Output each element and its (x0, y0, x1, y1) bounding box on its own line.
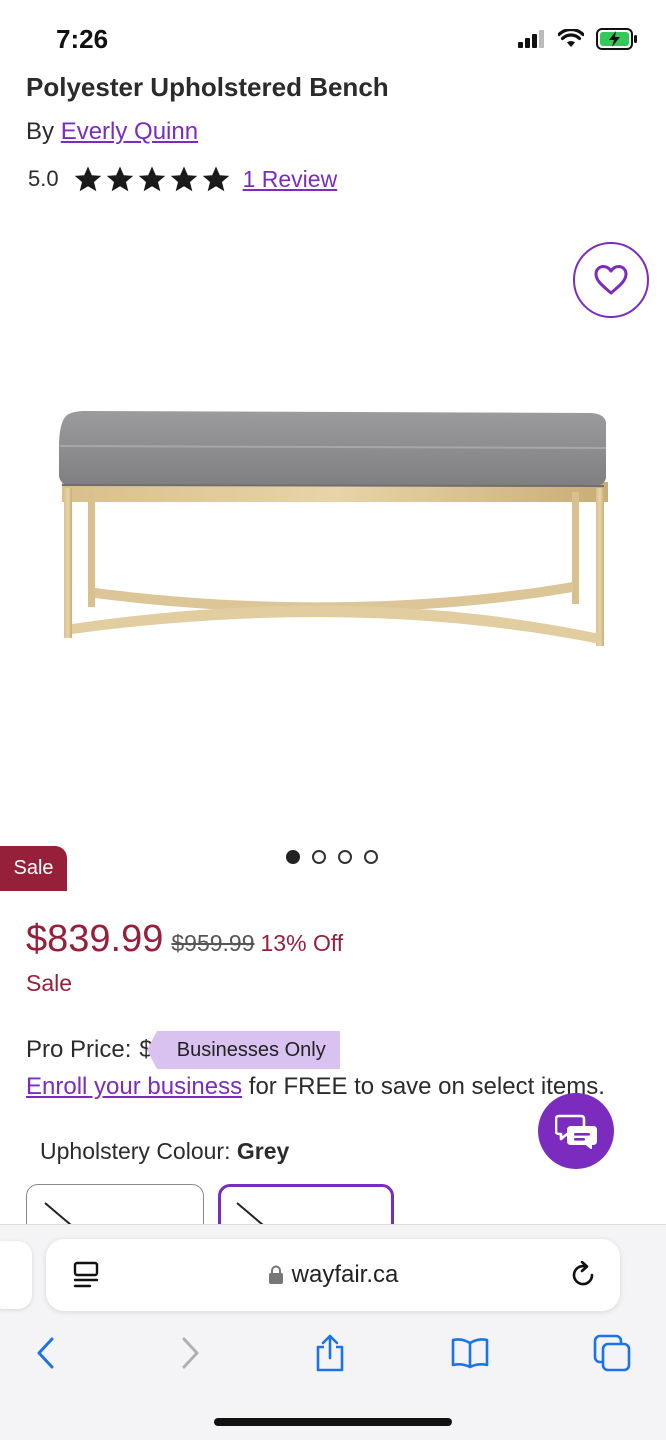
upholstery-colour-line: Upholstery Colour: Grey (40, 1138, 289, 1165)
reload-icon[interactable] (570, 1260, 598, 1296)
sale-badge: Sale (0, 846, 67, 891)
wifi-icon (558, 29, 584, 47)
cellular-signal-icon (518, 30, 544, 48)
favorite-button[interactable] (573, 242, 649, 318)
rating-row: 5.0 1 Review (28, 162, 337, 196)
forward-button[interactable] (168, 1331, 212, 1375)
chat-bubbles-icon (555, 1114, 597, 1149)
url-text: wayfair.ca (291, 1261, 399, 1288)
carousel-dots (286, 850, 378, 864)
previous-tab-edge[interactable] (0, 1241, 32, 1309)
star-icon (74, 166, 101, 192)
battery-charging-icon (596, 28, 637, 50)
status-bar: 7:26 (0, 0, 666, 72)
pro-price-label: Pro Price: (26, 1036, 132, 1063)
status-icons (518, 28, 638, 50)
tabs-button[interactable] (590, 1331, 634, 1375)
bookmarks-button[interactable] (448, 1331, 492, 1375)
enroll-business-link[interactable]: Enroll your business (26, 1073, 242, 1100)
product-image[interactable] (0, 220, 666, 840)
star-icon (170, 166, 197, 192)
brand-prefix: By (26, 118, 55, 145)
businesses-only-tag[interactable]: Businesses Only (146, 1031, 340, 1069)
colour-value: Grey (236, 1138, 290, 1164)
share-button[interactable] (308, 1331, 352, 1375)
brand-link[interactable]: Everly Quinn (61, 118, 198, 145)
brand-line: By Everly Quinn (26, 118, 198, 146)
enroll-text: for FREE to save on select items. (242, 1073, 605, 1100)
back-button[interactable] (24, 1331, 68, 1375)
url-display[interactable]: wayfair.ca (46, 1239, 620, 1311)
home-indicator (214, 1418, 452, 1426)
current-price: $839.99 (26, 918, 164, 960)
star-icon (138, 166, 165, 192)
price-row: $839.99 $959.99 13% Off (26, 918, 343, 961)
product-title: Polyester Upholstered Bench (26, 72, 389, 102)
lock-icon (268, 1265, 283, 1284)
carousel-dot[interactable] (286, 850, 300, 864)
back-icon (37, 1337, 54, 1369)
address-bar[interactable]: wayfair.ca (46, 1239, 620, 1311)
heart-icon (594, 265, 628, 295)
enroll-line: Enroll your business for FREE to save on… (26, 1073, 605, 1101)
original-price: $959.99 (171, 930, 255, 956)
star-icon (106, 166, 133, 192)
browser-toolbar (0, 1325, 666, 1381)
discount-percent: 13% Off (260, 930, 344, 956)
rating-number: 5.0 (28, 166, 59, 191)
carousel-dot[interactable] (338, 850, 352, 864)
reviews-link[interactable]: 1 Review (243, 166, 338, 193)
chat-button[interactable] (538, 1093, 614, 1169)
carousel-dot[interactable] (364, 850, 378, 864)
browser-chrome: wayfair.ca (0, 1224, 666, 1440)
status-time: 7:26 (56, 24, 109, 54)
sale-label: Sale (26, 970, 73, 996)
forward-icon (182, 1337, 199, 1369)
carousel-dot[interactable] (312, 850, 326, 864)
star-rating (73, 165, 231, 193)
colour-label: Upholstery Colour: (40, 1138, 231, 1164)
tabs-icon (593, 1334, 631, 1372)
bookmarks-icon (451, 1338, 489, 1369)
share-icon (316, 1334, 344, 1372)
star-icon (202, 166, 229, 192)
pro-price-row: Pro Price: $ Businesses Only (26, 1030, 340, 1070)
